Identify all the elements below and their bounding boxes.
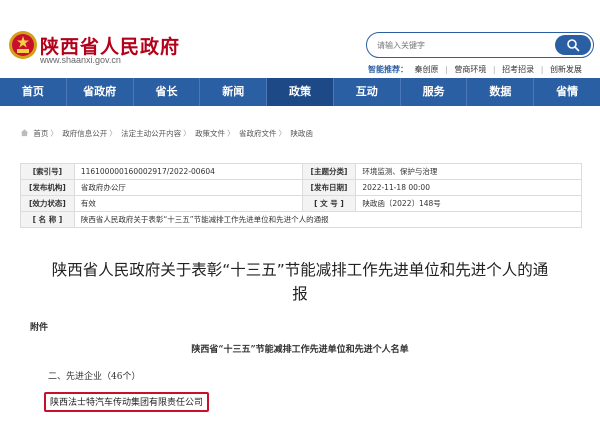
- breadcrumb-item[interactable]: 政策文件: [195, 129, 225, 138]
- hot-item[interactable]: 招考招录: [502, 65, 534, 74]
- divider: |: [540, 65, 544, 74]
- index-value: 11610000016000291​7/2022-00604: [73, 163, 303, 180]
- site-url: www.shaanxi.gov.cn: [40, 55, 121, 65]
- breadcrumb: 首页〉 政府信息公开〉 法定主动公开内容〉 政策文件〉 省政府文件〉 陕政函: [20, 128, 313, 139]
- document-info-table: [索引号] 11610000016000291​7/2022-00604 [主题…: [20, 163, 583, 228]
- breadcrumb-separator: 〉: [109, 129, 117, 138]
- breadcrumb-item[interactable]: 陕政函: [290, 129, 313, 138]
- table-row: [发布机构] 省政府办公厅 [发布日期] 2022-11-18 00:00: [20, 179, 582, 196]
- docno-label: [ 文 号 ]: [301, 195, 357, 212]
- home-icon: [20, 129, 29, 137]
- hot-item[interactable]: 营商环境: [454, 65, 486, 74]
- site-header: 陕西省人民政府 www.shaanxi.gov.cn 智能推荐： 秦创原 | 营…: [0, 0, 600, 78]
- breadcrumb-separator: 〉: [278, 129, 286, 138]
- breadcrumb-separator: 〉: [183, 129, 191, 138]
- topic-value: 环境监测、保护与治理: [355, 163, 582, 180]
- table-row: [效力状态] 有效 [ 文 号 ] 陕政函〔2022〕148号: [20, 195, 582, 212]
- nav-item-home[interactable]: 首页: [0, 78, 67, 106]
- national-emblem-icon: [9, 31, 37, 59]
- nav-item-services[interactable]: 服务: [401, 78, 468, 106]
- hot-item[interactable]: 创新发展: [550, 65, 582, 74]
- publisher-value: 省政府办公厅: [73, 179, 303, 196]
- name-label: [ 名 称 ]: [20, 211, 75, 228]
- nav-item-news[interactable]: 新闻: [200, 78, 268, 106]
- publisher-label: [发布机构]: [20, 179, 75, 196]
- docno-value: 陕政函〔2022〕148号: [355, 195, 582, 212]
- breadcrumb-item[interactable]: 政府信息公开: [62, 129, 107, 138]
- search-button[interactable]: [555, 35, 591, 55]
- search-icon: [567, 39, 580, 52]
- hot-recommendations: 智能推荐： 秦创原 | 营商环境 | 招考招录 | 创新发展: [368, 64, 582, 75]
- breadcrumb-item[interactable]: 首页: [33, 129, 48, 138]
- nav-item-province-info[interactable]: 省情: [534, 78, 600, 106]
- search-input[interactable]: [377, 37, 547, 53]
- main-nav: 首页 省政府 省长 新闻 政策 互动 服务 数据 省情: [0, 78, 600, 106]
- nav-item-interaction[interactable]: 互动: [334, 78, 401, 106]
- breadcrumb-item[interactable]: 省政府文件: [239, 129, 277, 138]
- hot-item[interactable]: 秦创原: [415, 65, 439, 74]
- date-value: 2022-11-18 00:00: [355, 179, 582, 196]
- status-label: [效力状态]: [20, 195, 75, 212]
- breadcrumb-separator: 〉: [50, 129, 58, 138]
- name-value: 陕西省人民政府关于表彰“十三五”节能减排工作先进单位和先进个人的通报: [73, 211, 583, 228]
- nav-item-policy[interactable]: 政策: [267, 78, 334, 106]
- divider: |: [492, 65, 496, 74]
- search-box: [366, 32, 594, 58]
- table-row: [索引号] 11610000016000291​7/2022-00604 [主题…: [20, 163, 582, 180]
- divider: |: [445, 65, 448, 74]
- nav-item-government[interactable]: 省政府: [67, 78, 134, 106]
- section-heading: 二、先进企业（46个）: [48, 372, 141, 382]
- breadcrumb-separator: 〉: [227, 129, 235, 138]
- table-row: [ 名 称 ] 陕西省人民政府关于表彰“十三五”节能减排工作先进单位和先进个人的…: [20, 211, 583, 228]
- date-label: [发布日期]: [301, 179, 357, 196]
- highlighted-company: 陕西法士特汽车传动集团有限责任公司: [44, 392, 210, 412]
- topic-label: [主题分类]: [301, 163, 357, 180]
- nav-item-governor[interactable]: 省长: [134, 78, 201, 106]
- hot-label: 智能推荐：: [368, 65, 408, 74]
- attachment-list-title: 陕西省“十三五”节能减排工作先进单位和先进个人名单: [191, 345, 409, 355]
- nav-item-data[interactable]: 数据: [467, 78, 535, 106]
- attachment-label: 附件: [30, 323, 49, 333]
- index-label: [索引号]: [20, 163, 75, 180]
- status-value: 有效: [73, 195, 303, 212]
- document-title: 陕西省人民政府关于表彰“十三五”节能减排工作先进单位和先进个人的通报: [51, 261, 549, 303]
- breadcrumb-item[interactable]: 法定主动公开内容: [121, 129, 181, 138]
